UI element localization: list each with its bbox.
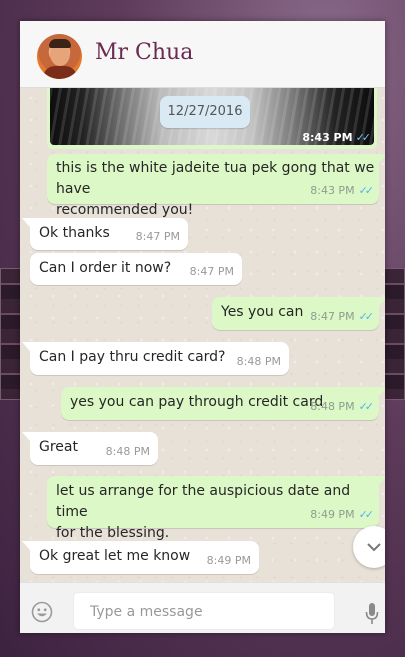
emoji-icon[interactable] xyxy=(31,601,53,623)
message-bubble-outgoing[interactable]: let us arrange for the auspicious date a… xyxy=(47,476,385,541)
message-time: 8:43 PM xyxy=(310,184,355,197)
message-time: 8:47 PM xyxy=(135,230,180,243)
mic-icon[interactable] xyxy=(365,602,379,626)
message-bubble-incoming[interactable]: Can I pay thru credit card? 8:48 PM xyxy=(22,342,289,375)
message-time: 8:47 PM xyxy=(189,265,234,278)
message-bubble-incoming[interactable]: Ok thanks 8:47 PM xyxy=(22,218,188,250)
message-time: 8:48 PM xyxy=(105,445,150,458)
message-text: Yes you can xyxy=(221,304,304,320)
composer-bar: Type a message xyxy=(20,582,385,633)
read-receipt-icon: ✓✓ xyxy=(358,508,375,521)
message-bubble-outgoing[interactable]: yes you can pay through credit card 8:48… xyxy=(61,387,385,420)
avatar[interactable] xyxy=(37,34,82,79)
message-time: 8:47 PM xyxy=(310,310,355,323)
message-text: Can I pay thru credit card? xyxy=(39,349,226,365)
message-bubble-incoming[interactable]: Great 8:48 PM xyxy=(22,432,158,465)
read-receipt-icon: ✓✓ xyxy=(358,184,375,197)
message-list[interactable]: 8:43 PM ✓✓ 12/27/2016 this is the white j… xyxy=(20,87,385,582)
message-text: Great xyxy=(39,439,78,455)
contact-name[interactable]: Mr Chua xyxy=(95,40,193,65)
message-input[interactable]: Type a message xyxy=(73,592,335,630)
message-text: Can I order it now? xyxy=(39,260,172,276)
date-divider: 12/27/2016 xyxy=(160,96,250,128)
message-text: Ok thanks xyxy=(39,225,110,241)
message-time: 8:49 PM xyxy=(310,508,355,521)
message-text: Ok great let me know xyxy=(39,548,191,564)
message-bubble-incoming[interactable]: Ok great let me know 8:49 PM xyxy=(22,541,259,574)
read-receipt-icon: ✓✓ xyxy=(358,400,375,413)
message-text: yes you can pay through credit card xyxy=(70,394,324,410)
message-time: 8:48 PM xyxy=(310,400,355,413)
read-receipt-icon: ✓✓ xyxy=(358,310,375,323)
message-time: 8:43 PM xyxy=(302,131,353,144)
read-receipt-icon: ✓✓ xyxy=(355,131,372,144)
message-bubble-outgoing[interactable]: Yes you can 8:47 PM ✓✓ xyxy=(212,297,385,330)
message-bubble-incoming[interactable]: Can I order it now? 8:47 PM xyxy=(30,253,242,285)
chat-header[interactable]: Mr Chua xyxy=(20,21,385,88)
chevron-down-icon xyxy=(367,543,381,552)
chat-window: Mr Chua 8:43 PM ✓✓ 12/27/2016 this is the… xyxy=(20,21,385,633)
image-message-meta: 8:43 PM ✓✓ xyxy=(302,131,372,144)
message-bubble-outgoing[interactable]: this is the white jadeite tua pek gong t… xyxy=(47,154,385,218)
message-time: 8:48 PM xyxy=(236,355,281,368)
message-time: 8:49 PM xyxy=(206,554,251,567)
